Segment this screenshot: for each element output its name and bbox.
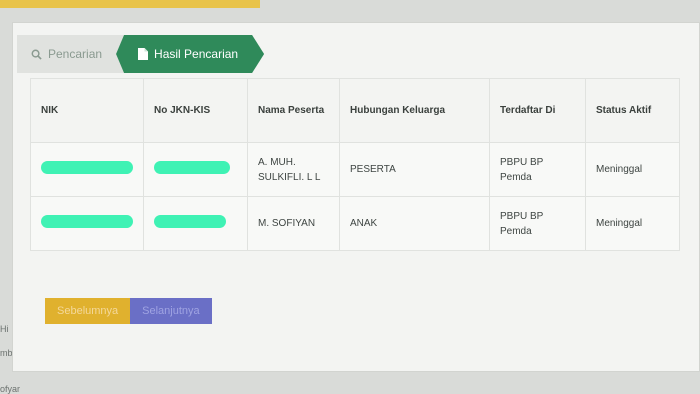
redaction-mark [41,160,133,174]
cell-terdaftar: PBPU BP Pemda [489,196,586,251]
top-accent-bar [0,0,260,8]
prev-page-button[interactable]: Sebelumnya [45,298,131,324]
col-header-hubungan: Hubungan Keluarga [339,78,490,143]
cell-nama: A. MUH. SULKIFLI. L L [247,142,340,197]
redaction-mark [154,160,230,174]
results-table: NIK No JKN-KIS Nama Peserta Hubungan Kel… [30,78,680,251]
cell-hubungan: PESERTA [339,142,490,197]
side-text-2: mb [0,348,13,358]
col-header-terdaftar: Terdaftar Di [489,78,586,143]
col-header-nik: NIK [30,78,144,143]
table-header-row: NIK No JKN-KIS Nama Peserta Hubungan Kel… [30,78,680,143]
tab-bar: Pencarian Hasil Pencarian [17,35,264,73]
table-row: A. MUH. SULKIFLI. L L PESERTA PBPU BP Pe… [30,142,680,197]
cell-nik [30,142,144,197]
col-header-status: Status Aktif [585,78,680,143]
table-row: M. SOFIYAN ANAK PBPU BP Pemda Meninggal [30,196,680,251]
cell-jkn [143,196,248,251]
col-header-jkn: No JKN-KIS [143,78,248,143]
side-text-3: ofyar [0,384,21,394]
cell-status: Meninggal [585,142,680,197]
results-table-wrap: NIK No JKN-KIS Nama Peserta Hubungan Kel… [30,78,680,251]
redaction-mark [41,214,133,228]
cell-hubungan: ANAK [339,196,490,251]
next-page-button[interactable]: Selanjutnya [130,298,212,324]
cell-jkn [143,142,248,197]
tab-pencarian-label: Pencarian [48,47,103,61]
pagination: Sebelumnya Selanjutnya [45,298,212,324]
search-icon [31,49,42,60]
cell-nama: M. SOFIYAN [247,196,340,251]
col-header-nama: Nama Peserta [247,78,340,143]
tab-pencarian[interactable]: Pencarian [17,35,125,73]
document-icon [138,48,148,60]
cell-terdaftar: PBPU BP Pemda [489,142,586,197]
tab-hasil-pencarian[interactable]: Hasil Pencarian [116,35,264,73]
side-text-1: Hi [0,324,9,334]
cell-nik [30,196,144,251]
redaction-mark [154,214,226,228]
cell-status: Meninggal [585,196,680,251]
tab-hasil-pencarian-label: Hasil Pencarian [154,47,239,61]
